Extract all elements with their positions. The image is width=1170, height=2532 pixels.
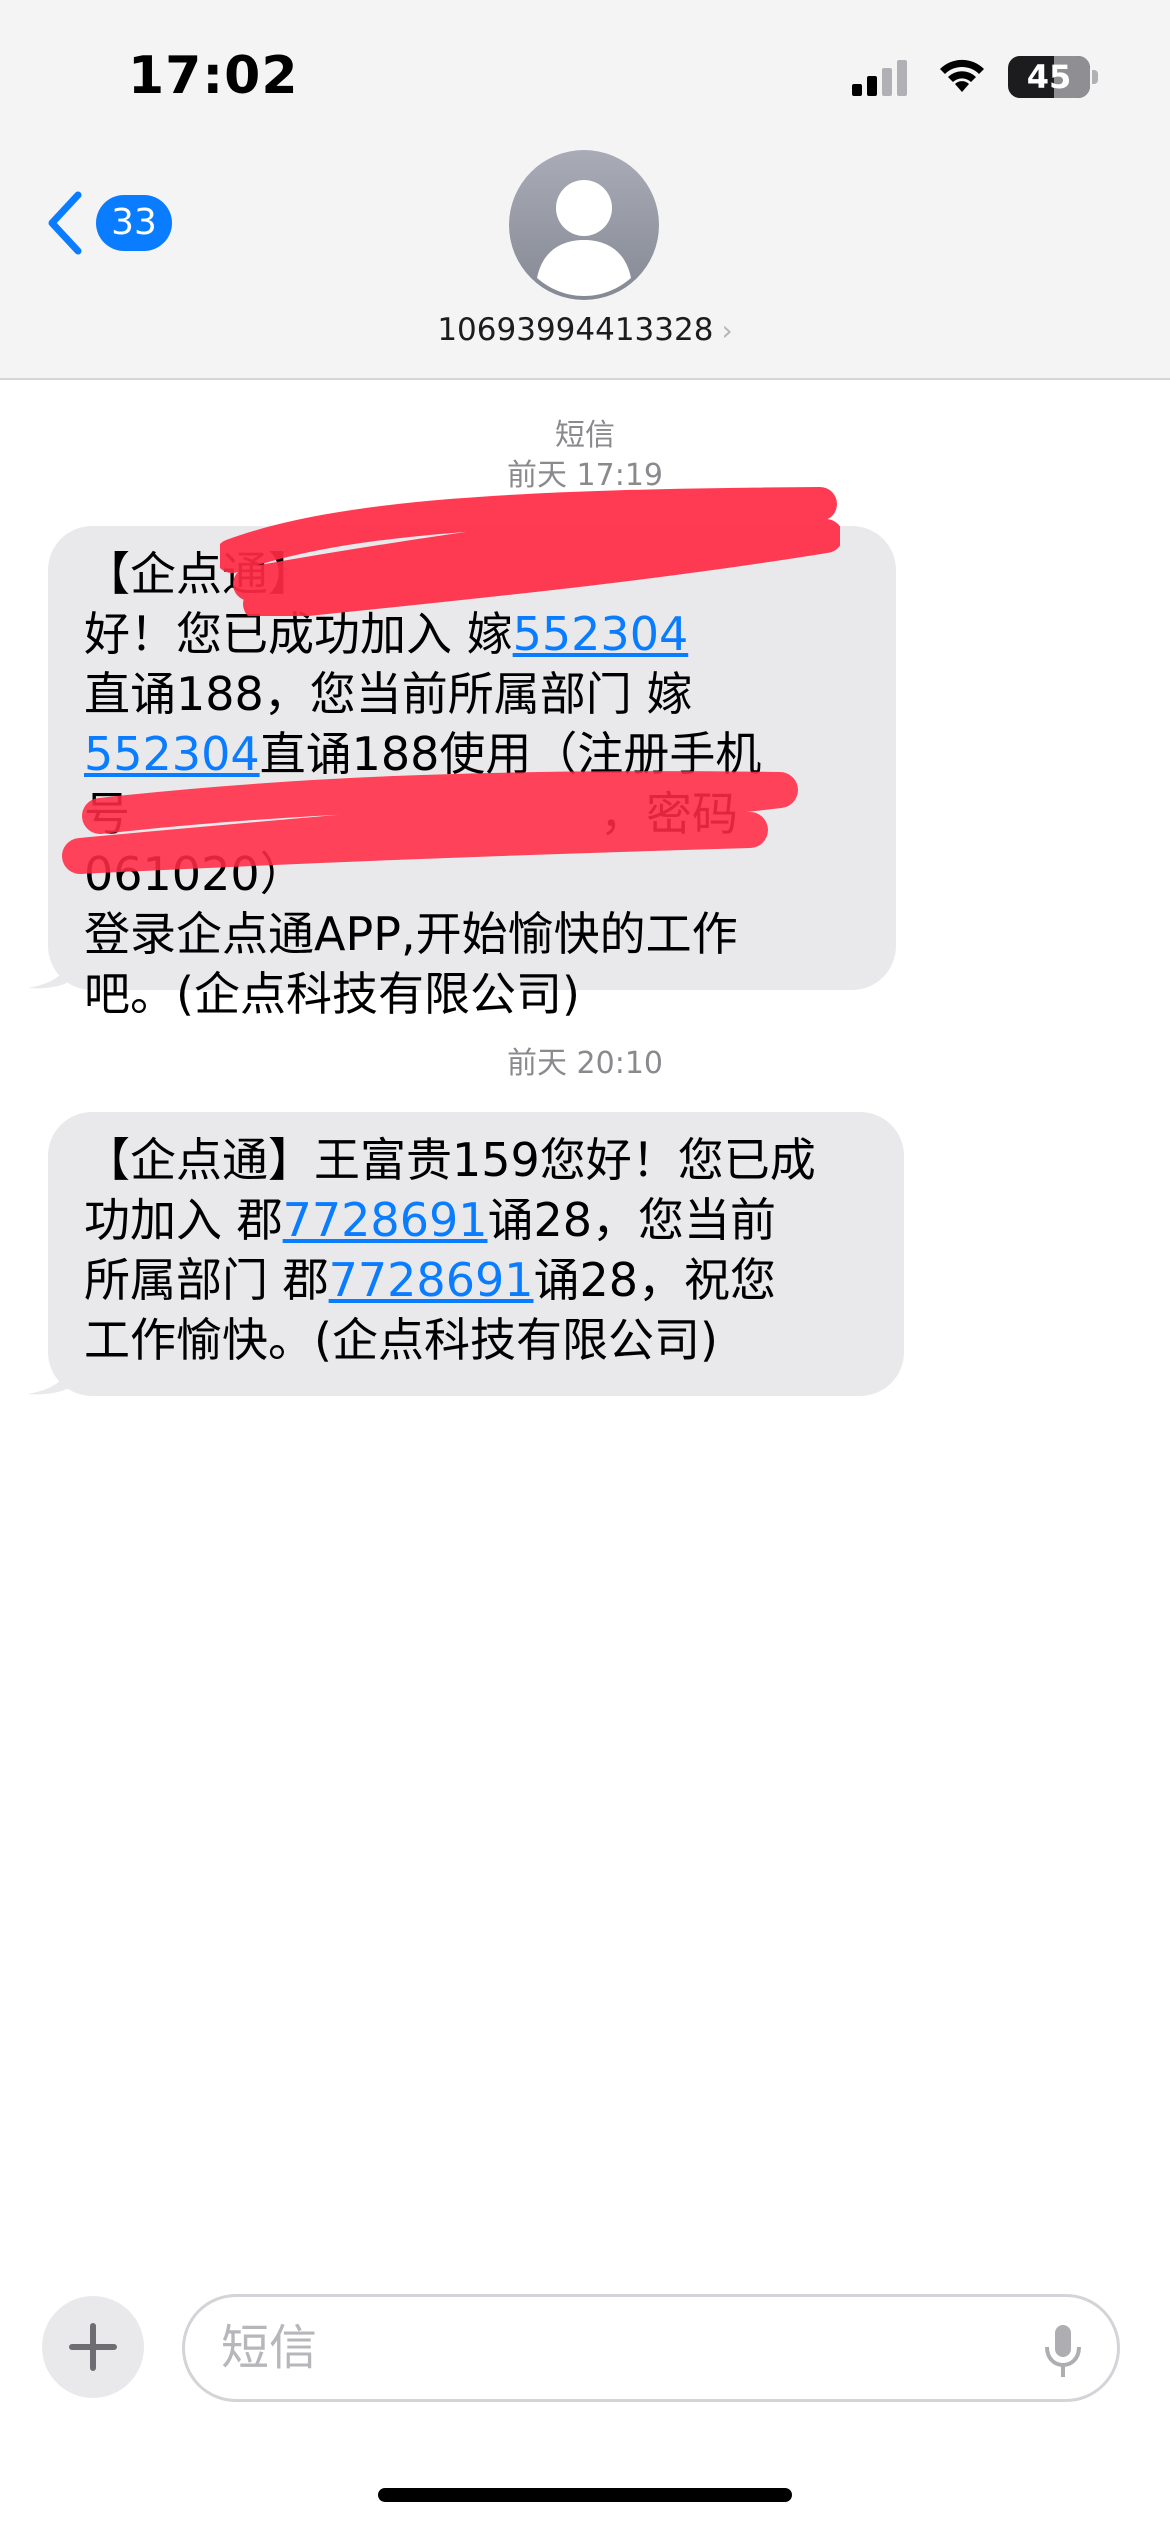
message-link[interactable]: 7728691 [329, 1253, 534, 1307]
home-indicator[interactable] [378, 2488, 792, 2502]
contact-number: 10693994413328 [437, 312, 714, 348]
message-bubble[interactable]: 【企点通】王富贵159您好！您已成 功加入 郡7728691诵28，您当前 所属… [48, 1112, 904, 1396]
message-line: 工作愉快。(企点科技有限公司) [84, 1313, 718, 1367]
person-icon [537, 180, 631, 296]
conversation-header: 17:02 45 33 10693994413328 › [0, 0, 1170, 380]
battery-icon: 45 [1008, 56, 1090, 98]
message-line: 552304直诵188使用（注册手机 [84, 727, 762, 781]
message-link[interactable]: 552304 [84, 727, 260, 781]
signal-icon [852, 60, 907, 96]
message-line: 吧。(企点科技有限公司) [84, 967, 580, 1021]
battery-tip [1092, 70, 1098, 84]
message-line: 所属部门 郡7728691诵28，祝您 [84, 1253, 777, 1307]
chevron-right-icon: › [721, 314, 733, 347]
message-line: 直诵188，您当前所属部门 嫁 [84, 667, 693, 721]
unread-badge: 33 [96, 195, 172, 251]
service-label: 短信 [555, 418, 615, 453]
status-time: 17:02 [128, 46, 299, 106]
message-bubble[interactable]: 【企点通】 好！您已成功加入 嫁552304 直诵188，您当前所属部门 嫁 5… [48, 526, 896, 1021]
message-input-container [182, 2294, 1120, 2402]
message-input[interactable] [221, 2298, 1021, 2398]
back-chevron-icon [48, 191, 82, 255]
message-line: 功加入 郡7728691诵28，您当前 [84, 1193, 777, 1247]
message-line: 登录企点通APP,开始愉快的工作 [84, 907, 738, 961]
back-button[interactable]: 33 [44, 188, 194, 258]
contact-name-button[interactable]: 10693994413328 › [0, 312, 1170, 348]
message-link[interactable]: 7728691 [283, 1193, 488, 1247]
contact-avatar[interactable] [509, 150, 659, 300]
add-attachment-button[interactable] [42, 2296, 144, 2398]
message-timestamp: 前天 17:19 [507, 458, 663, 493]
message-line: 好！您已成功加入 嫁552304 [84, 607, 689, 661]
message-line: 号，密码 061020） [84, 787, 738, 901]
message-link[interactable]: 552304 [513, 607, 689, 661]
microphone-icon[interactable] [1043, 2323, 1083, 2379]
wifi-icon [940, 59, 984, 92]
plus-icon [69, 2323, 117, 2371]
message-timestamp: 前天 20:10 [507, 1046, 663, 1081]
message-line: 【企点通】王富贵159您好！您已成 [84, 1133, 816, 1187]
message-line: 【企点通】 [84, 547, 314, 601]
battery-level: 45 [1026, 58, 1072, 96]
